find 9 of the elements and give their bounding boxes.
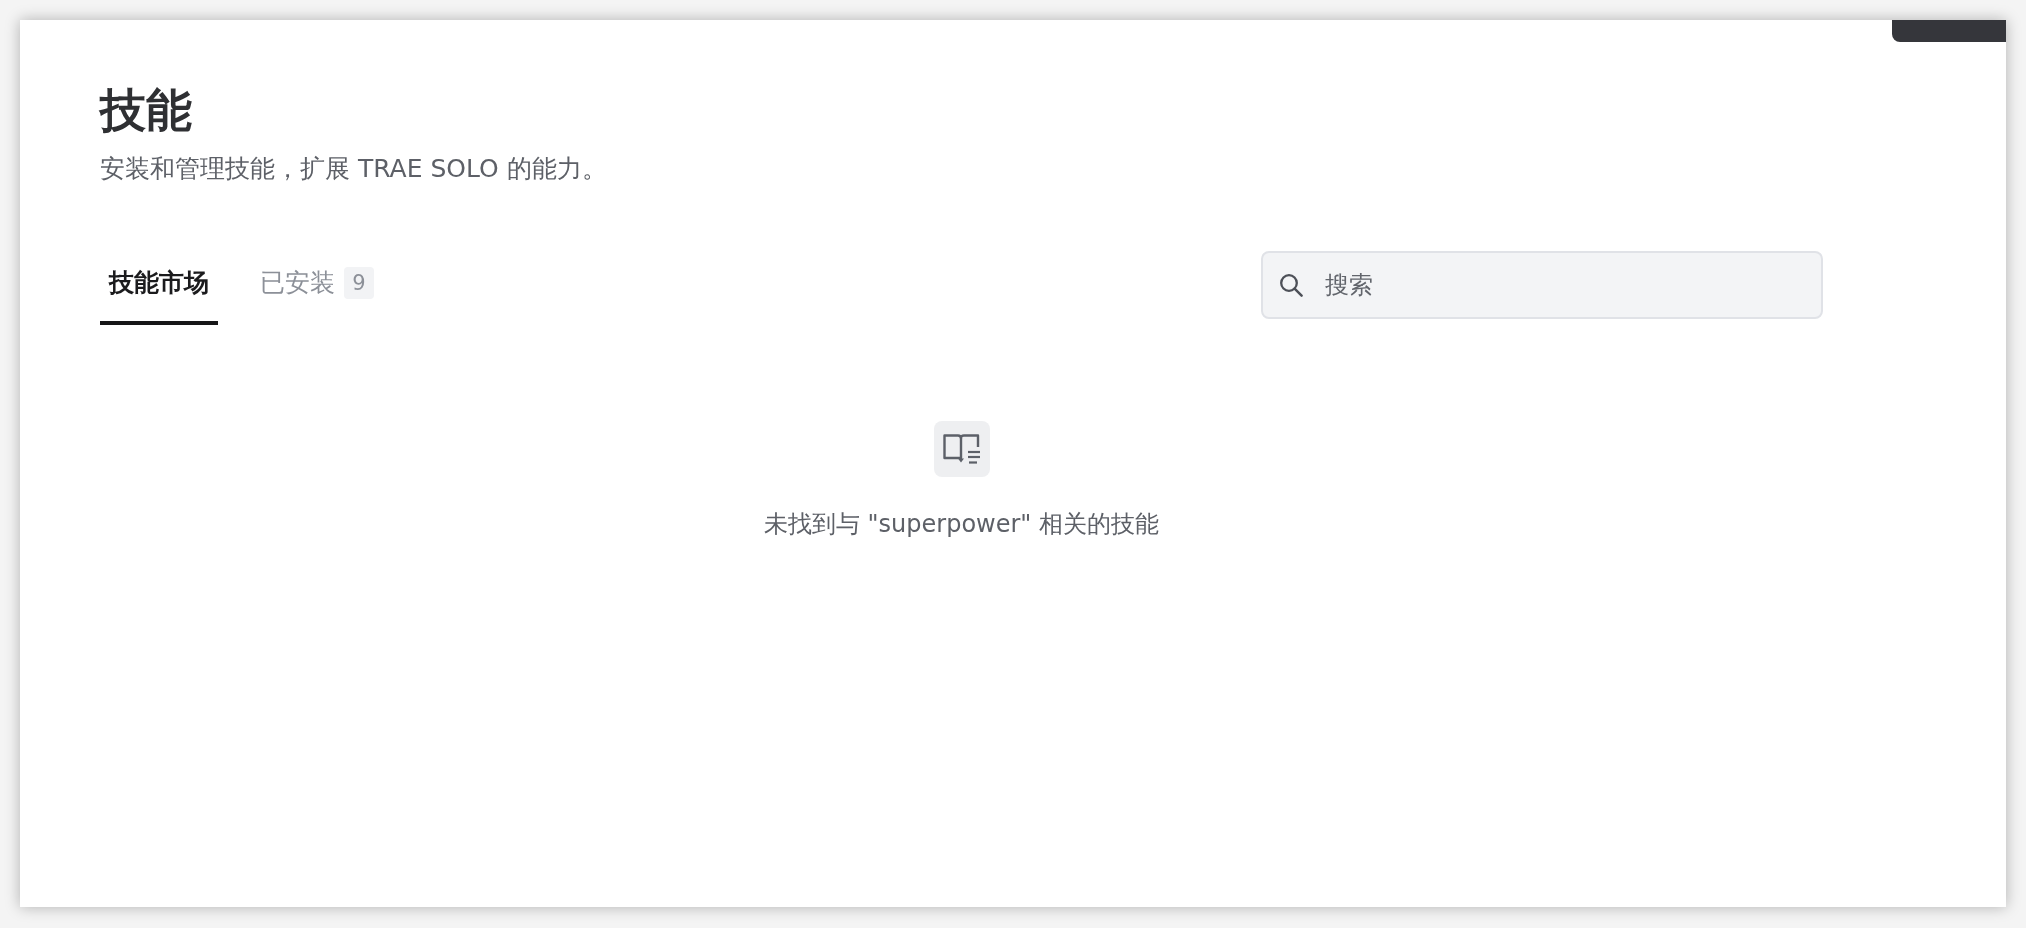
- page-title: 技能: [100, 82, 192, 138]
- search-icon: [1279, 273, 1303, 297]
- tab[interactable]: 技能市场: [100, 266, 218, 325]
- count-badge: 9: [344, 267, 374, 299]
- book-icon: [933, 421, 990, 477]
- page-subtitle: 安装和管理技能，扩展 TRAE SOLO 的能力。: [100, 153, 607, 185]
- search-field[interactable]: 搜索: [1261, 251, 1823, 319]
- cropped-button[interactable]: [1892, 20, 2006, 42]
- empty-message: 未找到与 "superpower" 相关的技能: [763, 509, 1160, 540]
